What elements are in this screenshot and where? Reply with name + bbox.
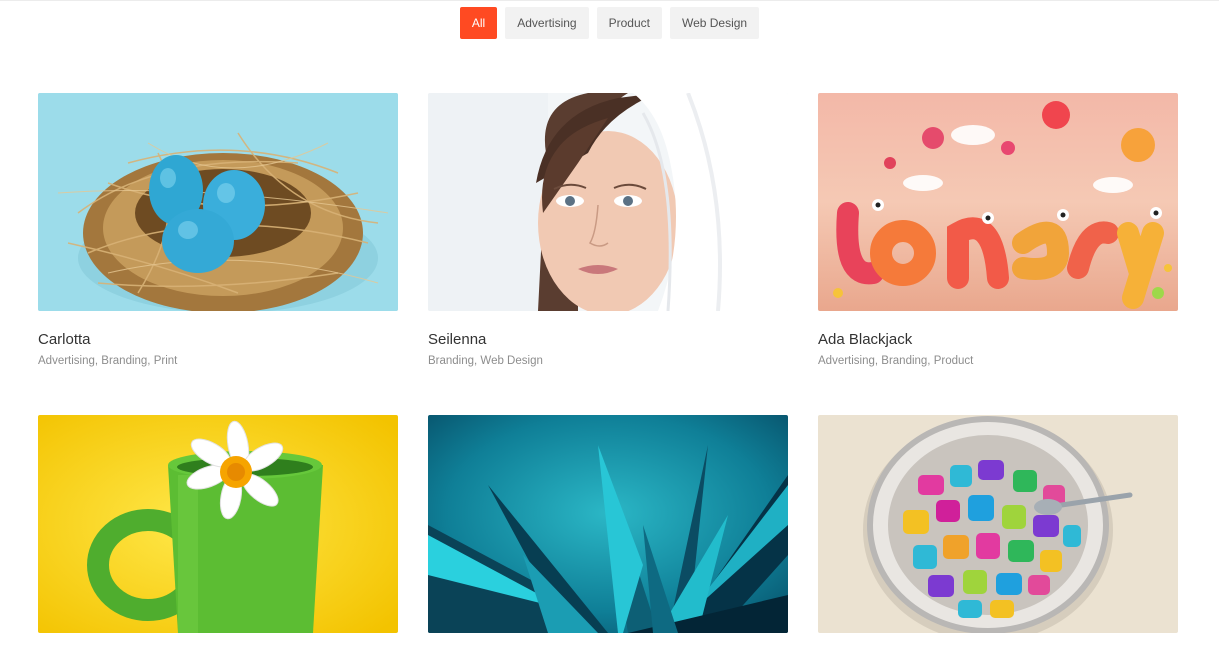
top-divider — [0, 0, 1219, 1]
portfolio-thumbnail-crystals[interactable] — [428, 415, 788, 633]
portfolio-item-teal-crystals[interactable] — [428, 415, 788, 653]
portfolio-item-carlotta[interactable]: Carlotta Advertising, Branding, Print — [38, 93, 398, 368]
3d-letters-balloons-image — [818, 93, 1178, 311]
portfolio-thumbnail-eggs[interactable] — [38, 93, 398, 311]
teal-crystal-spikes-image — [428, 415, 788, 633]
portfolio-item-seilenna[interactable]: Seilenna Branding, Web Design — [428, 93, 788, 368]
portfolio-item-title[interactable]: Carlotta — [38, 331, 398, 349]
filter-product-button[interactable]: Product — [596, 7, 662, 39]
portfolio-item-title[interactable]: Ada Blackjack — [818, 331, 1178, 349]
portfolio-item-ada-blackjack[interactable]: Ada Blackjack Advertising, Branding, Pro… — [818, 93, 1178, 368]
portfolio-thumbnail-letters[interactable] — [818, 93, 1178, 311]
portfolio-item-categories: Branding, Web Design — [428, 355, 543, 367]
portfolio-item-categories: Advertising, Branding, Product — [818, 355, 974, 367]
portfolio-thumbnail-woman[interactable] — [428, 93, 788, 311]
blue-eggs-nest-image — [38, 93, 398, 311]
portfolio-filter-bar: All Advertising Product Web Design — [0, 7, 1219, 39]
filter-all-button[interactable]: All — [459, 7, 498, 39]
woman-white-veil-image — [428, 93, 788, 311]
portfolio-item-title[interactable]: Seilenna — [428, 331, 788, 349]
filter-advertising-button[interactable]: Advertising — [505, 7, 589, 39]
portfolio-item-green-mug[interactable] — [38, 415, 398, 653]
portfolio-thumbnail-mug[interactable] — [38, 415, 398, 633]
green-mug-flower-image — [38, 415, 398, 633]
portfolio-item-categories: Advertising, Branding, Print — [38, 355, 178, 367]
filter-web-design-button[interactable]: Web Design — [669, 7, 760, 39]
jar-colorful-letters-image — [818, 415, 1178, 633]
portfolio-thumbnail-jar[interactable] — [818, 415, 1178, 633]
portfolio-item-letter-jar[interactable] — [818, 415, 1178, 653]
